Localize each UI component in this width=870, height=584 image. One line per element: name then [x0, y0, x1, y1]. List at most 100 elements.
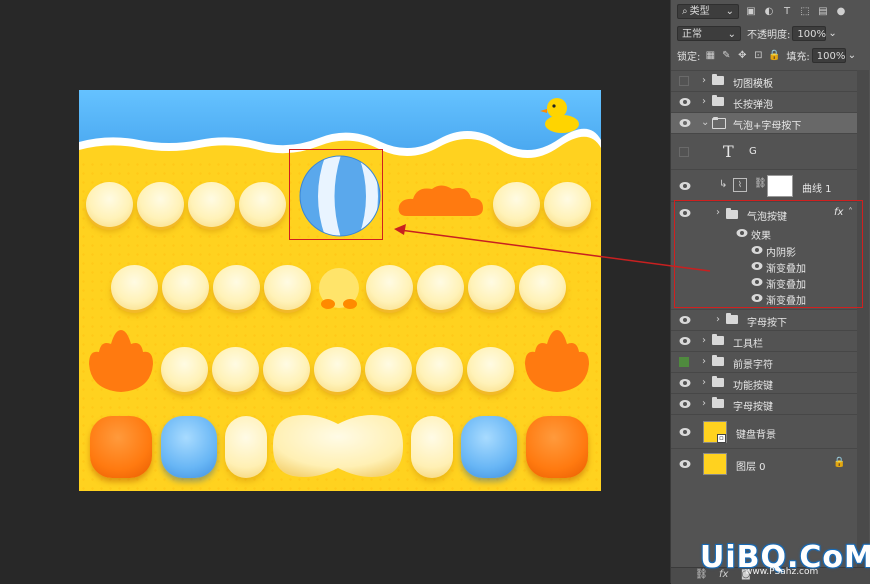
- layer-name: 切图模板: [733, 79, 773, 90]
- beach-ball-highlight-box: [289, 149, 383, 240]
- space-key[interactable]: [271, 412, 405, 480]
- opacity-input[interactable]: 100%: [792, 25, 827, 41]
- function-key-cream[interactable]: [411, 416, 453, 478]
- smart-object-filter-icon[interactable]: ▤: [817, 5, 829, 17]
- visibility-toggle-off[interactable]: [679, 147, 689, 157]
- duck-foot-key-right[interactable]: [521, 330, 593, 394]
- lock-brush-icon[interactable]: ✎: [720, 49, 732, 61]
- bubble-key[interactable]: [162, 265, 209, 310]
- chevron-down-icon[interactable]: ⌄: [701, 117, 709, 128]
- eye-icon[interactable]: [679, 181, 691, 191]
- bubble-key[interactable]: [111, 265, 158, 310]
- blend-mode-dropdown[interactable]: 正常 ⌄: [677, 25, 741, 41]
- duck-foot-key-left[interactable]: [85, 330, 157, 394]
- layer-row[interactable]: 图层 0 🔒: [671, 448, 857, 478]
- fill-input[interactable]: 100%: [811, 47, 846, 63]
- chevron-down-icon[interactable]: ⌄: [848, 50, 856, 61]
- bubble-key[interactable]: [188, 182, 235, 227]
- chevron-right-icon[interactable]: ›: [702, 356, 706, 367]
- bubble-key[interactable]: [213, 265, 260, 310]
- layer-row[interactable]: › 长按弹泡: [671, 91, 857, 112]
- bubble-key[interactable]: [365, 347, 412, 392]
- eye-icon[interactable]: [679, 118, 691, 128]
- search-icon: ⌕: [682, 5, 688, 17]
- visibility-toggle-off[interactable]: [679, 76, 689, 86]
- bubble-key[interactable]: [417, 265, 464, 310]
- bubble-key[interactable]: [468, 265, 515, 310]
- bubble-key[interactable]: [137, 182, 184, 227]
- bubble-key[interactable]: [519, 265, 566, 310]
- pixel-filter-icon[interactable]: ▣: [745, 5, 757, 17]
- layer-row[interactable]: › 字母按键: [671, 393, 857, 414]
- eye-icon[interactable]: [679, 399, 691, 409]
- bubble-key[interactable]: [86, 182, 133, 227]
- bubble-key[interactable]: [467, 347, 514, 392]
- bubble-key[interactable]: [366, 265, 413, 310]
- layer-row[interactable]: T G: [671, 133, 857, 169]
- visibility-toggle-off[interactable]: [679, 357, 689, 367]
- layer-row[interactable]: › 字母按下: [671, 309, 857, 330]
- function-key-right[interactable]: [526, 416, 588, 478]
- chevron-right-icon[interactable]: ›: [702, 335, 706, 346]
- bubble-key[interactable]: [263, 347, 310, 392]
- clipping-arrow-icon: ↳: [719, 179, 728, 190]
- layer-row[interactable]: › 功能按键: [671, 372, 857, 393]
- bubble-key[interactable]: [212, 347, 259, 392]
- chevron-right-icon[interactable]: ›: [702, 377, 706, 388]
- layer-row[interactable]: › 工具栏: [671, 330, 857, 351]
- opacity-label: 不透明度:: [747, 29, 791, 41]
- function-key-blue-right[interactable]: [461, 416, 517, 478]
- lock-fill-row: 锁定: ▦ ✎ ✥ ⊡ 🔒 填充: 100% ⌄: [671, 44, 870, 66]
- layer-row-selected[interactable]: ⌄ 气泡+字母按下: [671, 112, 857, 133]
- chevron-right-icon[interactable]: ›: [702, 75, 706, 86]
- cloud-key[interactable]: [397, 182, 485, 224]
- filter-kind-dropdown[interactable]: ⌕ 类型 ⌄: [677, 3, 739, 19]
- chevron-right-icon[interactable]: ›: [716, 314, 720, 325]
- open-folder-icon: [712, 117, 726, 129]
- layer-row[interactable]: › 前景字符: [671, 351, 857, 372]
- bubble-key[interactable]: [161, 347, 208, 392]
- lock-artboard-icon[interactable]: ⊡: [752, 49, 764, 61]
- layer-row[interactable]: ▫ 键盘背景: [671, 414, 857, 448]
- bubble-key[interactable]: [264, 265, 311, 310]
- layer-thumbnail: [703, 453, 727, 475]
- chick-key[interactable]: [313, 266, 365, 314]
- chevron-right-icon[interactable]: ›: [702, 96, 706, 107]
- layers-scrollbar[interactable]: [857, 70, 869, 583]
- blend-mode-value: 正常: [682, 28, 702, 40]
- bubble-key[interactable]: [239, 182, 286, 227]
- layer-name: 字母按下: [747, 318, 787, 329]
- bubble-key[interactable]: [544, 182, 591, 227]
- shape-filter-icon[interactable]: ⬚: [799, 5, 811, 17]
- layer-row[interactable]: ↳ ⌇ ⛓ 曲线 1: [671, 169, 857, 201]
- layer-row[interactable]: › 切图模板: [671, 70, 857, 91]
- function-key-blue-left[interactable]: [161, 416, 217, 478]
- eye-icon[interactable]: [679, 97, 691, 107]
- function-key-cream[interactable]: [225, 416, 267, 478]
- layer-name: 字母按键: [733, 402, 773, 413]
- lock-transparent-icon[interactable]: ▦: [704, 49, 716, 61]
- eye-icon[interactable]: [679, 378, 691, 388]
- adjustment-filter-icon[interactable]: ◐: [763, 5, 775, 17]
- eye-icon[interactable]: [679, 459, 691, 469]
- lock-move-icon[interactable]: ✥: [736, 49, 748, 61]
- bubble-key[interactable]: [314, 347, 361, 392]
- chevron-down-icon[interactable]: ⌄: [828, 28, 836, 39]
- eye-icon[interactable]: [679, 315, 691, 325]
- folder-icon: [712, 355, 724, 366]
- layer-mask-thumbnail[interactable]: [767, 175, 793, 197]
- chevron-right-icon[interactable]: ›: [702, 398, 706, 409]
- lock-all-icon[interactable]: 🔒: [768, 49, 780, 61]
- function-key-left[interactable]: [90, 416, 152, 478]
- folder-icon: [712, 74, 724, 85]
- link-icon: ⛓: [754, 178, 767, 189]
- bubble-key[interactable]: [416, 347, 463, 392]
- folder-icon: [712, 397, 724, 408]
- filter-toggle-icon[interactable]: ●: [835, 5, 847, 17]
- rubber-duck-icon: [540, 98, 579, 133]
- bubble-key[interactable]: [493, 182, 540, 227]
- layer-name: 长按弹泡: [733, 100, 773, 111]
- eye-icon[interactable]: [679, 336, 691, 346]
- eye-icon[interactable]: [679, 427, 691, 437]
- type-filter-icon[interactable]: T: [781, 5, 793, 17]
